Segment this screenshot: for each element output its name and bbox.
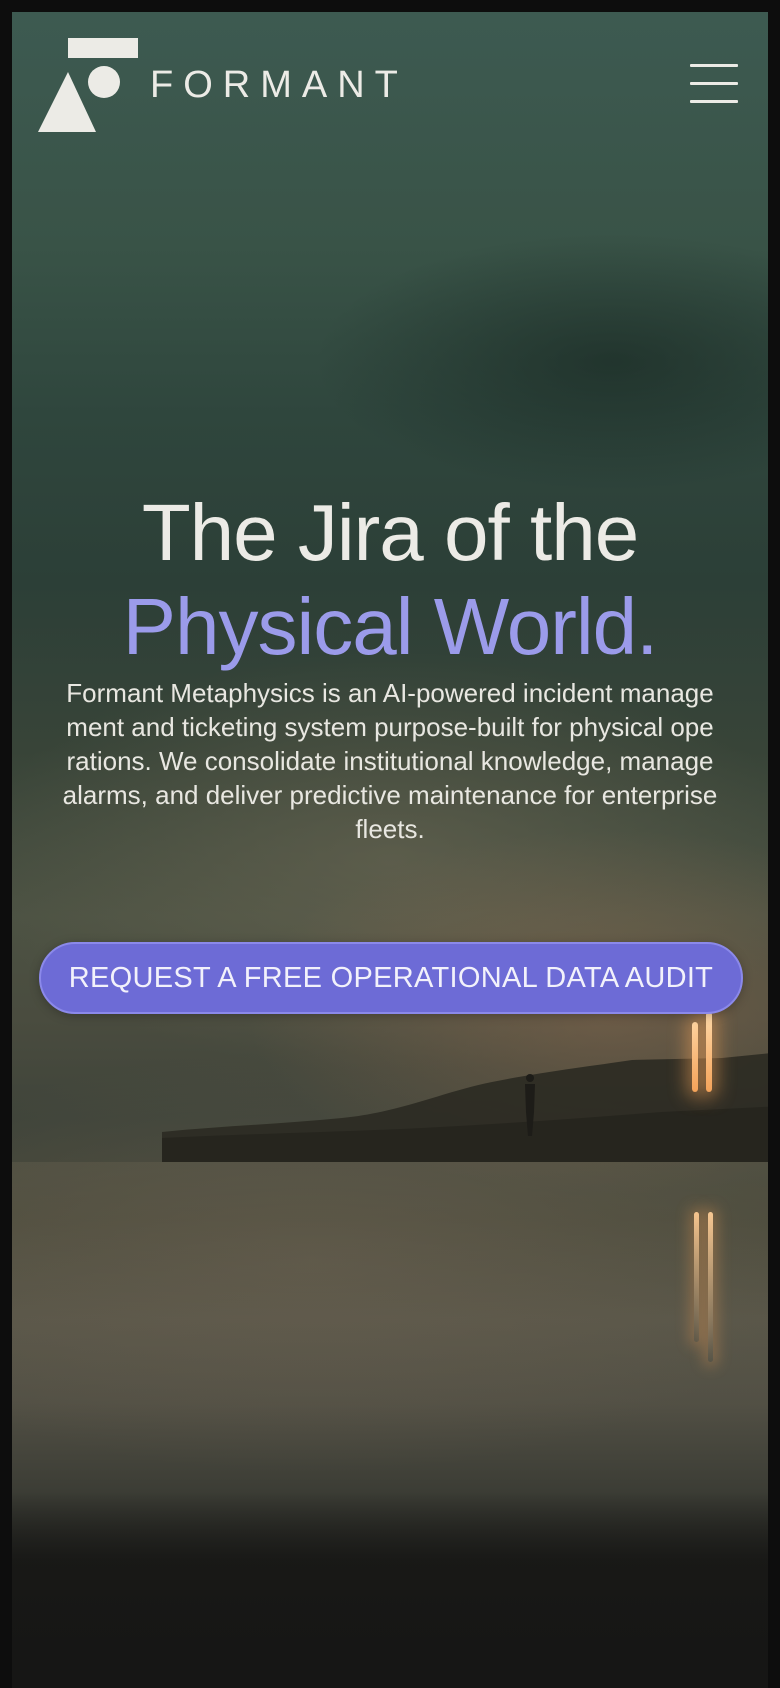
hero-headline: The Jira of the Physical World. (12, 486, 768, 674)
request-audit-button[interactable]: REQUEST A FREE OPERATIONAL DATA AUDIT (39, 942, 743, 1014)
hamburger-menu-icon[interactable] (690, 62, 740, 106)
fog-overlay (312, 232, 768, 492)
headline-line-2: Physical World. (122, 581, 659, 671)
menu-bar (690, 64, 738, 67)
lit-window (706, 1012, 712, 1092)
light-reflection (708, 1212, 713, 1362)
device-frame: FORMANT The Jira of the Physical World. … (0, 0, 780, 1688)
menu-bar (690, 82, 738, 85)
person-silhouette (525, 1074, 535, 1136)
headline-line-1: The Jira of the (141, 487, 639, 577)
hero-description: Formant Metaphysics is an AI-powered inc… (62, 678, 718, 844)
menu-bar (690, 100, 738, 103)
foreground-shore (12, 1492, 768, 1688)
formant-logo-mark-icon (38, 38, 138, 132)
logo-wordmark: FORMANT (150, 63, 408, 106)
site-header: FORMANT (12, 12, 768, 152)
shoreline-silhouette (162, 1053, 768, 1162)
hero-background: FORMANT The Jira of the Physical World. … (12, 12, 768, 1688)
lit-window (692, 1022, 698, 1092)
water-surface (12, 1162, 768, 1462)
formant-logo[interactable]: FORMANT (38, 38, 408, 132)
light-reflection (694, 1212, 699, 1342)
